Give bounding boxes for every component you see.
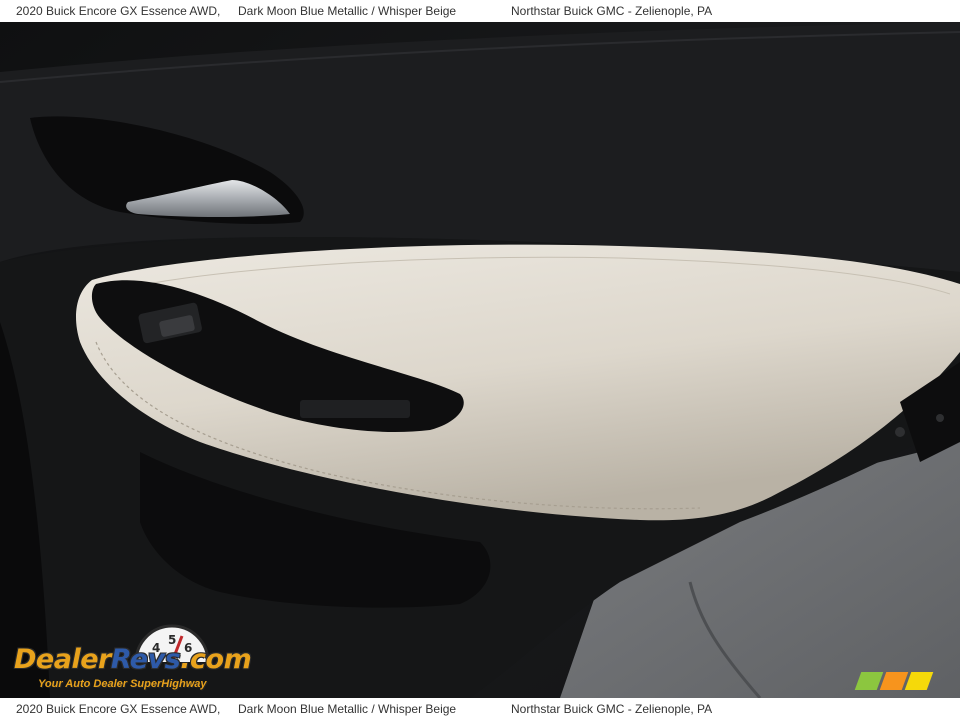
dealerrevs-logo: DealerRevs.com [14,644,252,675]
logo-suffix: .com [180,644,252,675]
door-panel-illustration [0,22,960,698]
caption-colors: Dark Moon Blue Metallic / Whisper Beige [238,4,457,18]
dealerrevs-watermark: 4 5 6 DealerRevs.com Your Auto Dealer Su… [12,622,272,698]
caption-vehicle: 2020 Buick Encore GX Essence AWD, [16,4,221,18]
caption-dealer: Northstar Buick GMC - Zelienople, PA [511,4,713,18]
caption-dealer: Northstar Buick GMC - Zelienople, PA [511,702,713,716]
corner-stripes-icon [854,672,934,692]
caption-vehicle: 2020 Buick Encore GX Essence AWD, [16,702,221,716]
logo-main: Dealer [14,644,111,675]
caption-bar-top: 2020 Buick Encore GX Essence AWD, Dark M… [0,0,960,22]
logo-accent: Revs [110,644,181,675]
dealerrevs-tagline: Your Auto Dealer SuperHighway [38,678,207,690]
caption-bar-bottom: 2020 Buick Encore GX Essence AWD, Dark M… [0,698,960,720]
car-door-photo [0,22,960,698]
caption-colors: Dark Moon Blue Metallic / Whisper Beige [238,702,457,716]
